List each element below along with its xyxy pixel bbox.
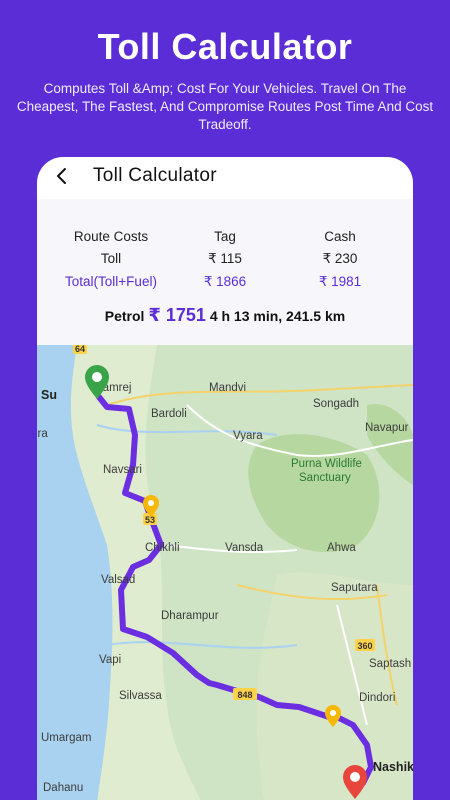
app-bar: Toll Calculator	[37, 157, 413, 197]
place-label: Umargam	[41, 732, 91, 744]
route-map[interactable]: 64 53 848 360 Kamrej Su Mandvi Bardoli S…	[37, 345, 413, 800]
table-row-toll: Toll ₹ 115 ₹ 230	[37, 251, 413, 271]
row-label: Toll	[100, 251, 122, 266]
route-cost-panel: Route Costs Tag Cash Toll ₹ 115 ₹ 230 To…	[37, 199, 413, 345]
page-title: Toll Calculator	[93, 165, 217, 186]
fuel-label: Petrol	[104, 308, 145, 324]
toll-cash-value: ₹ 230	[322, 251, 358, 266]
header-route-costs: Route Costs	[73, 229, 149, 244]
place-label: Vansda	[225, 542, 264, 554]
forest-area	[248, 434, 380, 553]
table-header: Route Costs Tag Cash	[37, 229, 413, 249]
place-label: Mandvi	[209, 382, 246, 394]
place-label: Chikhli	[145, 542, 180, 554]
place-label: Bardoli	[151, 408, 187, 420]
place-label: Navsari	[103, 464, 142, 476]
arrow-left-icon	[57, 168, 66, 184]
road	[106, 384, 413, 406]
total-tag-value: ₹ 1866	[203, 274, 247, 289]
place-label: Dharampur	[161, 610, 219, 622]
promo-title: Toll Calculator	[97, 26, 353, 67]
place-label: Purna Wildlife	[291, 458, 362, 470]
place-label: ira	[37, 428, 48, 440]
highway-label: 848	[237, 690, 252, 700]
map-canvas: 64 53 848 360 Kamrej Su Mandvi Bardoli S…	[37, 345, 413, 800]
place-label: Nashik	[373, 760, 413, 774]
header-tag: Tag	[214, 229, 236, 244]
promo-subtitle: Computes Toll &Amp; Cost For Your Vehicl…	[16, 81, 434, 132]
highway-label: 360	[357, 641, 372, 651]
highway-label: 64	[75, 345, 85, 354]
place-label: Saptash	[369, 658, 411, 670]
place-label: Vapi	[99, 654, 121, 666]
table-row-total: Total(Toll+Fuel) ₹ 1866 ₹ 1981	[37, 274, 413, 294]
place-label: Ahwa	[327, 542, 356, 554]
toll-tag-value: ₹ 115	[208, 251, 242, 266]
place-label: Sanctuary	[299, 472, 351, 484]
place-label: Su	[41, 388, 57, 402]
total-cash-value: ₹ 1981	[318, 274, 362, 289]
fuel-amount: ₹ 1751	[148, 305, 206, 325]
place-label: Songadh	[313, 398, 359, 410]
place-label: Valsad	[101, 574, 135, 586]
place-label: Saputara	[331, 582, 378, 594]
time-distance: 4 h 13 min, 241.5 km	[209, 308, 346, 324]
highway-label: 53	[145, 515, 155, 525]
trip-summary: Petrol ₹ 1751 4 h 13 min, 241.5 km	[37, 305, 413, 326]
header-cash: Cash	[324, 229, 356, 244]
place-label: Navapur	[365, 422, 409, 434]
place-label: Vyara	[233, 430, 263, 442]
place-label: Dindori	[359, 692, 395, 704]
back-button[interactable]	[51, 165, 73, 187]
place-label: Silvassa	[119, 690, 162, 702]
row-label: Total(Toll+Fuel)	[65, 274, 157, 289]
app-screen: Toll Calculator Route Costs Tag Cash Tol…	[37, 157, 413, 800]
place-label: Dahanu	[43, 782, 83, 794]
